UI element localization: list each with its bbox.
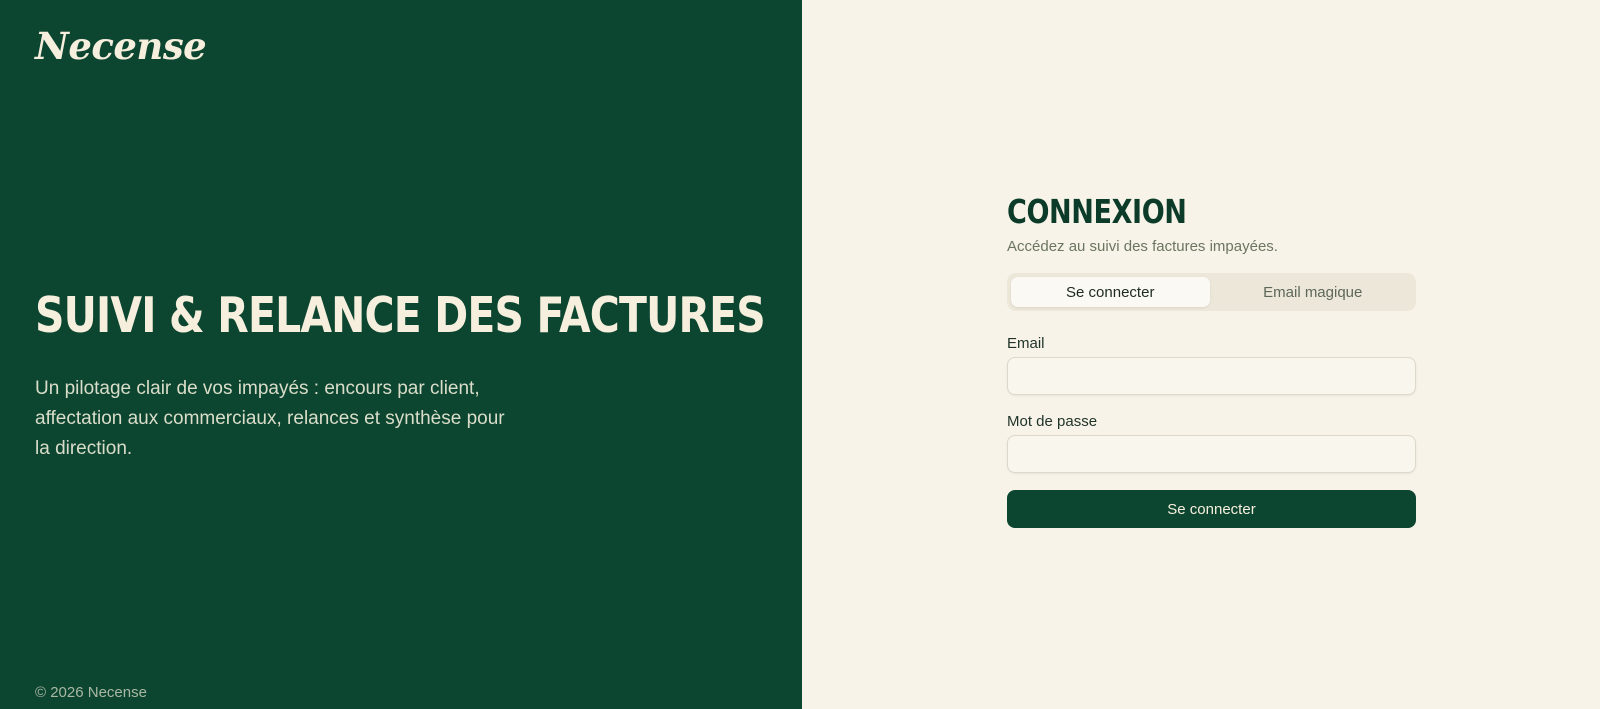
password-field[interactable] bbox=[1007, 435, 1416, 473]
tab-password-login[interactable]: Se connecter bbox=[1011, 277, 1210, 307]
hero-subtitle: Un pilotage clair de vos impayés : encou… bbox=[35, 378, 505, 459]
brand-logo[interactable]: Necense bbox=[35, 28, 207, 65]
email-label: Email bbox=[1007, 335, 1045, 352]
login-method-tabs: Se connecter Email magique bbox=[1007, 273, 1416, 311]
login-panel: CONNEXION Accédez au suivi des factures … bbox=[802, 0, 1600, 709]
email-field[interactable] bbox=[1007, 357, 1416, 395]
login-page: Necense SUIVI & RELANCE DES FACTURES Un … bbox=[0, 0, 1600, 709]
copyright: © 2026 Necense bbox=[35, 684, 147, 701]
password-label: Mot de passe bbox=[1007, 413, 1098, 430]
login-subtitle: Accédez au suivi des factures impayées. bbox=[1007, 238, 1278, 255]
login-title: CONNEXION bbox=[1007, 192, 1187, 231]
login-form: CONNEXION Accédez au suivi des factures … bbox=[1007, 195, 1416, 528]
brand-panel: Necense SUIVI & RELANCE DES FACTURES Un … bbox=[0, 0, 802, 709]
hero-title: SUIVI & RELANCE DES FACTURES bbox=[35, 287, 766, 344]
login-submit-button[interactable]: Se connecter bbox=[1007, 490, 1416, 528]
tab-magic-email[interactable]: Email magique bbox=[1214, 277, 1413, 307]
